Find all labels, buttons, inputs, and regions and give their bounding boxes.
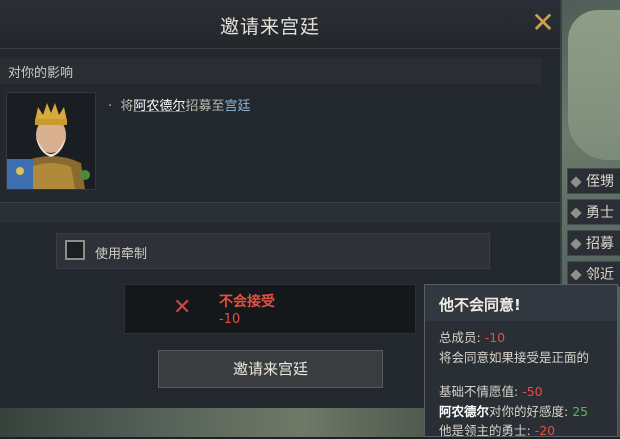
effect-line: · 将阿农德尔招募至宫廷 [108, 95, 250, 114]
dialog-title: 邀请来宫廷 [219, 16, 320, 38]
acceptance-result[interactable]: ✕ 不会接受 -10 [124, 284, 416, 334]
tooltip-header: 他不会同意! [425, 285, 617, 321]
tooltip-note: 将会同意如果接受是正面的 [439, 350, 590, 365]
champion-value: -20 [534, 423, 556, 438]
tooltip-total-line: 总成员: -10 [439, 327, 505, 346]
effect-prefix: 将 [120, 99, 134, 114]
section-header-label: 对你的影响 [8, 66, 74, 81]
base-label: 基础不情愿值: [439, 384, 519, 399]
effect-mid: 招募至 [185, 99, 225, 114]
total-value: -10 [484, 330, 506, 345]
diamond-icon [570, 207, 582, 219]
tooltip-base-line: 基础不情愿值: -50 [439, 381, 543, 400]
invite-button[interactable]: 邀请来宫廷 [158, 350, 383, 388]
side-item-label: 侄甥 [586, 174, 614, 190]
acceptance-tooltip: 他不会同意! 总成员: -10 将会同意如果接受是正面的 基础不情愿值: -50… [424, 284, 618, 439]
hook-option-row[interactable]: 使用牵制 [56, 233, 490, 269]
character-portrait[interactable] [6, 92, 96, 190]
character-name-link[interactable]: 阿农德尔 [133, 99, 185, 114]
diamond-icon [570, 269, 582, 281]
side-item-label: 招募 [586, 236, 614, 252]
cross-icon: ✕ [173, 295, 192, 320]
result-value: -10 [219, 312, 241, 327]
opinion-character-name[interactable]: 阿农德尔 [439, 404, 489, 419]
diamond-icon [570, 238, 582, 250]
side-item-2[interactable]: 勇士 [567, 199, 620, 225]
base-value: -50 [522, 384, 543, 399]
diamond-icon [570, 176, 582, 188]
dialog-titlebar: 邀请来宫廷 ✕ [0, 0, 560, 49]
champion-label: 他是领主的勇士: [439, 423, 531, 438]
court-link[interactable]: 宫廷 [224, 99, 250, 114]
side-item-3[interactable]: 招募 [567, 230, 620, 256]
total-label: 总成员: [439, 330, 481, 345]
section-divider [0, 202, 560, 223]
result-title: 不会接受 [219, 294, 275, 310]
tooltip-champion-line: 他是领主的勇士: -20 [439, 420, 555, 439]
side-item-label: 勇士 [586, 205, 614, 221]
bottom-map-strip [0, 408, 430, 437]
opinion-value: 25 [572, 404, 589, 419]
side-item-1[interactable]: 侄甥 [567, 168, 620, 194]
king-portrait-icon [7, 93, 95, 189]
use-hook-label: 使用牵制 [95, 247, 148, 262]
map-landmass [568, 10, 620, 160]
side-item-label: 邻近 [586, 267, 614, 283]
section-header: 对你的影响 [0, 58, 542, 84]
bullet-dot: · [108, 99, 121, 114]
close-icon[interactable]: ✕ [529, 9, 557, 37]
tooltip-title: 他不会同意! [439, 296, 521, 314]
tooltip-opinion-line: 阿农德尔对你的好感度: 25 [439, 401, 588, 420]
opinion-label: 对你的好感度: [489, 404, 569, 419]
use-hook-checkbox[interactable] [65, 240, 85, 260]
